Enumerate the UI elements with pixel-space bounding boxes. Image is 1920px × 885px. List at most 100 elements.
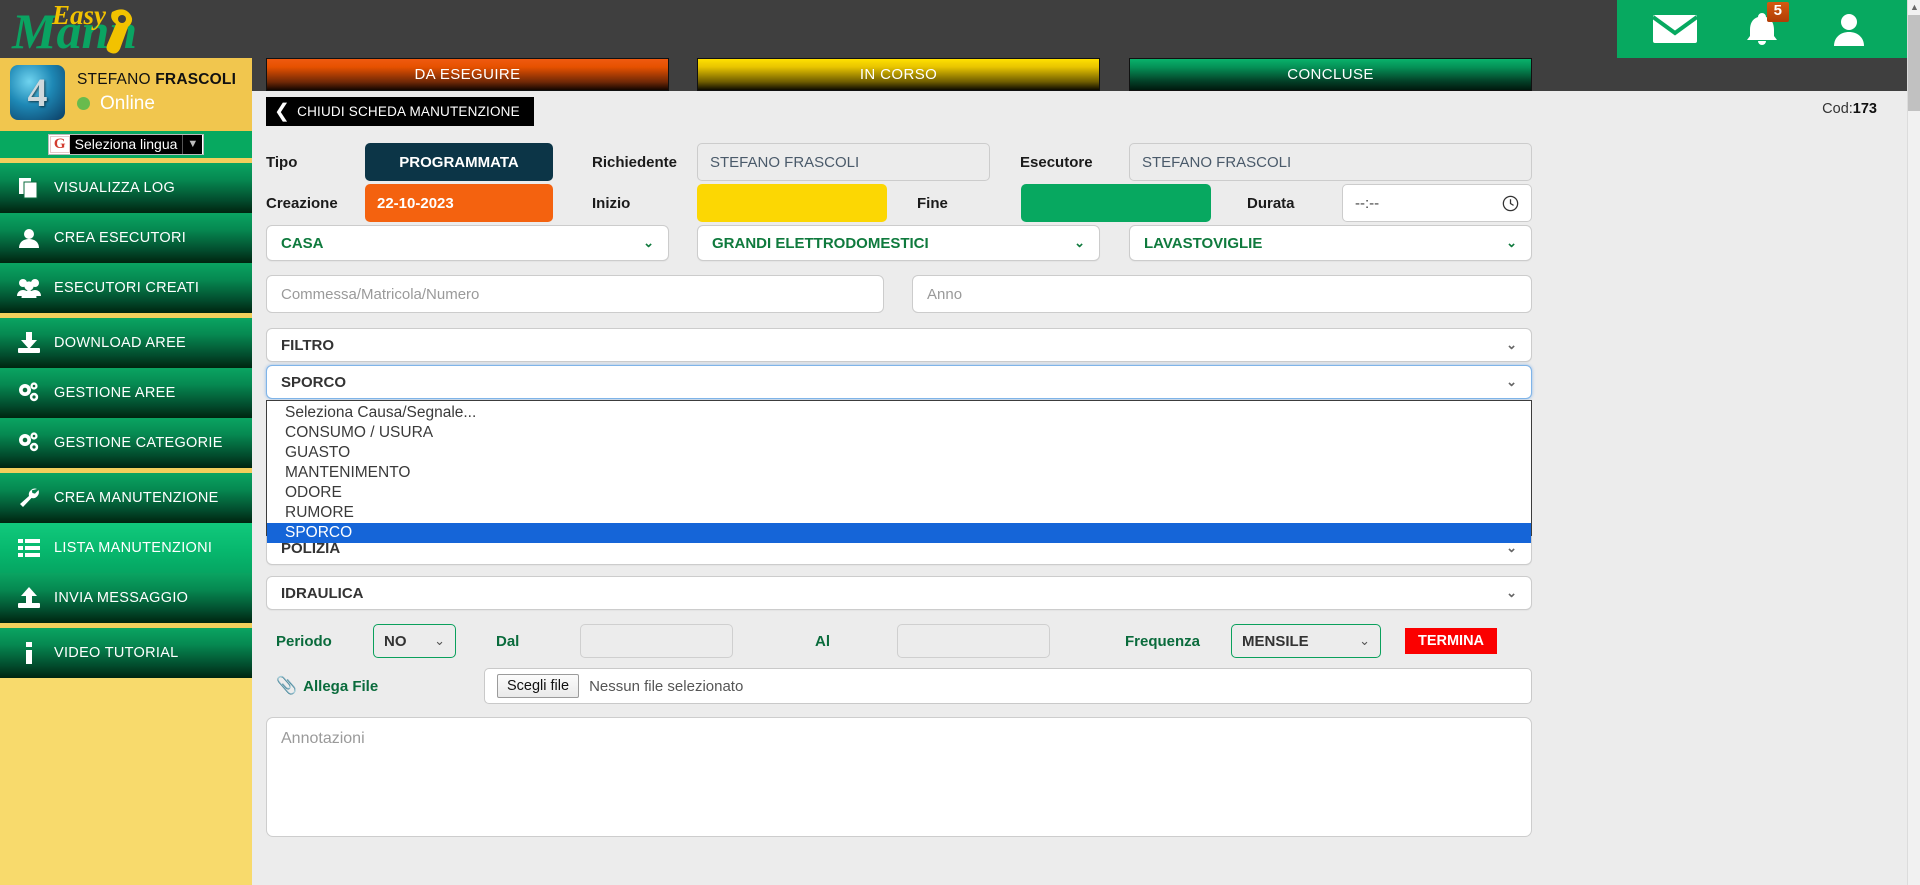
dropdown-option[interactable]: Seleziona Causa/Segnale... xyxy=(267,403,1531,423)
causa-value: SPORCO xyxy=(281,373,347,391)
list-icon xyxy=(14,538,44,558)
user-name: STEFANO FRASCOLI xyxy=(77,71,236,89)
user-status-label: Online xyxy=(100,92,155,114)
tipo-label: Tipo xyxy=(266,153,298,171)
dropdown-option[interactable]: CONSUMO / USURA xyxy=(267,423,1531,443)
richiedente-field[interactable]: STEFANO FRASCOLI xyxy=(697,143,990,181)
notifications-button[interactable]: 5 xyxy=(1733,0,1791,58)
form-row-1: Tipo PROGRAMMATA Richiedente STEFANO FRA… xyxy=(252,143,1907,181)
idraulica-value: IDRAULICA xyxy=(281,584,364,602)
app-logo[interactable]: Mann Easy xyxy=(8,0,258,58)
periodo-select[interactable]: NO ⌄ xyxy=(373,624,456,658)
dropdown-option[interactable]: GUASTO xyxy=(267,443,1531,463)
termina-button[interactable]: TERMINA xyxy=(1405,628,1497,654)
causa-dropdown-list[interactable]: Seleziona Causa/Segnale... CONSUMO / USU… xyxy=(266,400,1532,543)
dropdown-option[interactable]: RUMORE xyxy=(267,503,1531,523)
sidebar-item-label: ESECUTORI CREATI xyxy=(54,280,200,296)
maintenance-form: Cod:173 ❮ CHIUDI SCHEDA MANUTENZIONE Tip… xyxy=(252,91,1907,885)
sidebar-item-gestione-aree[interactable]: GESTIONE AREE xyxy=(0,368,252,418)
creazione-label: Creazione xyxy=(266,194,338,212)
user-status: Online xyxy=(77,93,236,115)
form-row-4: Commessa/Matricola/Numero Anno xyxy=(252,275,1907,313)
gears-icon xyxy=(14,382,44,404)
sidebar-item-label: INVIA MESSAGGIO xyxy=(54,590,189,606)
sidebar-item-video-tutorial[interactable]: VIDEO TUTORIAL xyxy=(0,628,252,678)
form-row-3: CASA ⌄ GRANDI ELETTRODOMESTICI ⌄ LAVASTO… xyxy=(252,225,1907,261)
sidebar-item-gestione-categorie[interactable]: GESTIONE CATEGORIE xyxy=(0,418,252,468)
language-selector[interactable]: G Seleziona lingua ▼ xyxy=(47,134,205,155)
fine-label: Fine xyxy=(917,194,948,212)
page-scrollbar[interactable]: ▲ xyxy=(1907,0,1920,885)
header-actions: 5 xyxy=(1617,0,1907,58)
svg-text:Easy: Easy xyxy=(51,0,107,30)
main-area: DA ESEGUIRE IN CORSO CONCLUSE Cod:173 ❮ … xyxy=(252,58,1907,885)
form-row-periodo: Periodo NO ⌄ Dal Al Frequenza MENSILE ⌄ … xyxy=(252,624,1907,658)
close-card-label: CHIUDI SCHEDA MANUTENZIONE xyxy=(297,104,520,119)
choose-file-button[interactable]: Scegli file xyxy=(497,674,580,698)
esecutore-field[interactable]: STEFANO FRASCOLI xyxy=(1129,143,1532,181)
chevron-left-icon: ❮ xyxy=(274,101,291,122)
area-select[interactable]: CASA ⌄ xyxy=(266,225,669,261)
esecutore-label: Esecutore xyxy=(1020,153,1093,171)
sottocategoria-select[interactable]: LAVASTOVIGLIE ⌄ xyxy=(1129,225,1532,261)
sidebar-item-lista-manutenzioni[interactable]: LISTA MANUTENZIONI xyxy=(0,523,252,573)
allega-file-label-group: 📎 Allega File xyxy=(276,676,378,696)
dal-input[interactable] xyxy=(580,624,733,658)
chevron-down-icon: ⌄ xyxy=(1359,633,1370,648)
sidebar-item-download-aree[interactable]: DOWNLOAD AREE xyxy=(0,318,252,368)
categoria-select[interactable]: GRANDI ELETTRODOMESTICI ⌄ xyxy=(697,225,1100,261)
dropdown-option[interactable]: MANTENIMENTO xyxy=(267,463,1531,483)
sidebar-item-label: VIDEO TUTORIAL xyxy=(54,645,179,661)
annotazioni-textarea[interactable]: Annotazioni xyxy=(266,717,1532,837)
sidebar-item-crea-manutenzione[interactable]: CREA MANUTENZIONE xyxy=(0,473,252,523)
tab-concluse[interactable]: CONCLUSE xyxy=(1129,58,1532,91)
frequenza-select[interactable]: MENSILE ⌄ xyxy=(1231,624,1381,658)
sidebar-item-crea-esecutori[interactable]: CREA ESECUTORI xyxy=(0,213,252,263)
filtro-select[interactable]: FILTRO ⌄ xyxy=(266,328,1532,362)
scrollbar-thumb[interactable] xyxy=(1908,15,1920,111)
form-row-2: Creazione 22-10-2023 Inizio Fine Durata … xyxy=(252,184,1907,222)
sidebar-item-invia-messaggio[interactable]: INVIA MESSAGGIO xyxy=(0,573,252,623)
periodo-value: NO xyxy=(384,632,407,650)
area-value: CASA xyxy=(281,234,324,252)
top-header-bar: Mann Easy 5 xyxy=(0,0,1920,58)
inizio-label: Inizio xyxy=(592,194,631,212)
download-icon xyxy=(14,332,44,354)
commessa-input[interactable]: Commessa/Matricola/Numero xyxy=(266,275,884,313)
account-button[interactable] xyxy=(1820,0,1878,58)
sidebar-item-esecutori-creati[interactable]: ESECUTORI CREATI xyxy=(0,263,252,313)
tipo-value[interactable]: PROGRAMMATA xyxy=(365,143,553,181)
periodo-label: Periodo xyxy=(276,632,332,650)
clock-icon xyxy=(1502,195,1519,211)
sidebar-item-visualizza-log[interactable]: VISUALIZZA LOG xyxy=(0,163,252,213)
tab-da-eseguire[interactable]: DA ESEGUIRE xyxy=(266,58,669,91)
idraulica-select[interactable]: IDRAULICA ⌄ xyxy=(266,576,1532,610)
dropdown-option[interactable]: ODORE xyxy=(267,483,1531,503)
chevron-down-icon: ⌄ xyxy=(1506,585,1517,600)
application-window: Mann Easy 5 4 STEFANO FRASCOLI Online G … xyxy=(0,0,1920,885)
dropdown-option-selected[interactable]: SPORCO xyxy=(267,523,1531,543)
user-first-name: STEFANO xyxy=(77,70,151,88)
file-input[interactable]: Scegli file Nessun file selezionato xyxy=(484,668,1532,704)
causa-select[interactable]: SPORCO ⌄ xyxy=(266,365,1532,399)
envelope-icon xyxy=(1651,15,1698,43)
frequenza-label: Frequenza xyxy=(1125,632,1201,650)
sidebar-item-label: DOWNLOAD AREE xyxy=(54,335,187,351)
durata-field[interactable]: --:-- xyxy=(1342,184,1532,222)
allega-file-label: Allega File xyxy=(303,677,379,695)
fine-value[interactable] xyxy=(1021,184,1211,222)
scroll-up-arrow[interactable]: ▲ xyxy=(1908,0,1920,14)
al-input[interactable] xyxy=(897,624,1050,658)
durata-value: --:-- xyxy=(1355,194,1380,212)
anno-input[interactable]: Anno xyxy=(912,275,1532,313)
close-card-button[interactable]: ❮ CHIUDI SCHEDA MANUTENZIONE xyxy=(266,97,534,126)
inizio-value[interactable] xyxy=(697,184,887,222)
user-last-name: FRASCOLI xyxy=(155,70,237,88)
form-row-attachment: 📎 Allega File Scegli file Nessun file se… xyxy=(252,668,1907,704)
user-avatar-icon xyxy=(1834,14,1865,46)
language-strip: G Seleziona lingua ▼ xyxy=(0,131,252,158)
tab-in-corso[interactable]: IN CORSO xyxy=(697,58,1100,91)
creazione-value[interactable]: 22-10-2023 xyxy=(365,184,553,222)
code-value: 173 xyxy=(1852,101,1877,117)
messages-button[interactable] xyxy=(1646,0,1704,58)
